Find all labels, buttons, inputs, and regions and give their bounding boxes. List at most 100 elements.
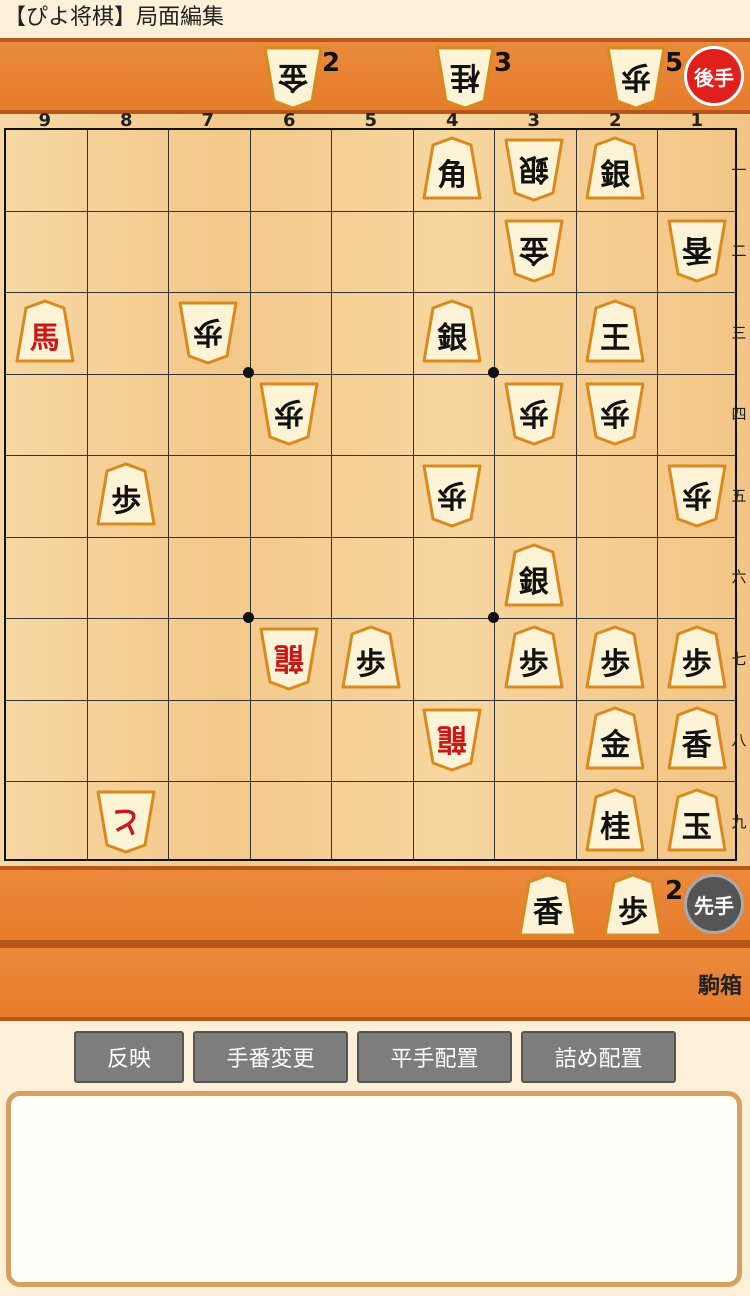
board-piece[interactable]: 歩: [666, 625, 728, 691]
board-piece[interactable]: 歩: [258, 380, 320, 446]
board-piece[interactable]: 歩: [666, 462, 728, 528]
gote-hand-count: 3: [494, 48, 513, 78]
piece-char: 龍: [274, 639, 305, 675]
piece-char: 桂: [450, 59, 480, 94]
board-piece[interactable]: 龍: [421, 706, 483, 772]
piece-char: 歩: [681, 646, 712, 682]
board-piece[interactable]: 香: [666, 217, 728, 283]
gote-hand-piece[interactable]: 桂: [434, 44, 496, 110]
grid-line-horizontal: [6, 373, 735, 375]
file-label: 8: [119, 110, 133, 131]
grid-line-vertical: [331, 130, 332, 859]
piece-char: 角: [437, 157, 468, 193]
grid-line-vertical: [657, 130, 658, 859]
board-piece[interactable]: 金: [503, 217, 565, 283]
piece-char: 歩: [618, 895, 648, 930]
grid-line-vertical: [412, 130, 414, 859]
gote-turn-badge[interactable]: 後手: [684, 46, 744, 106]
file-label: 9: [38, 110, 52, 131]
apply-button[interactable]: 反映: [74, 1031, 184, 1083]
piece-char: と: [111, 802, 142, 838]
rank-label: 五: [731, 486, 747, 505]
sente-turn-badge[interactable]: 先手: [684, 874, 744, 934]
board-piece[interactable]: 金: [584, 706, 646, 772]
file-label: 3: [527, 110, 541, 131]
star-point: [487, 367, 499, 378]
piece-char: 歩: [681, 476, 712, 512]
board-piece[interactable]: 歩: [503, 625, 565, 691]
grid-line-horizontal: [6, 781, 735, 782]
board-piece[interactable]: 歩: [584, 380, 646, 446]
piece-char: 香: [533, 895, 563, 930]
board-piece[interactable]: 歩: [95, 462, 157, 528]
page-title: 【ぴよ将棋】局面編集: [4, 5, 225, 30]
grid-line-vertical: [575, 130, 577, 859]
board-piece[interactable]: 龍: [258, 625, 320, 691]
file-label: 5: [364, 110, 378, 131]
board-piece[interactable]: 銀: [503, 136, 565, 202]
gote-hand-piece[interactable]: 金: [262, 44, 324, 110]
grid-line-horizontal: [6, 618, 735, 619]
board-piece[interactable]: 歩: [503, 380, 565, 446]
board-piece[interactable]: と: [95, 788, 157, 854]
board-piece[interactable]: 馬: [14, 299, 76, 365]
star-point: [243, 611, 254, 623]
tsume-setup-button[interactable]: 詰め配置: [521, 1031, 676, 1083]
rank-label: 八: [731, 731, 747, 750]
piece-char: 王: [600, 320, 631, 356]
piece-char: 歩: [621, 59, 651, 94]
board-piece[interactable]: 歩: [340, 625, 402, 691]
piece-char: 龍: [437, 721, 468, 757]
piece-char: 銀: [437, 320, 468, 356]
change-turn-button[interactable]: 手番変更: [193, 1031, 348, 1083]
star-point: [243, 367, 254, 378]
sente-hand-count: 2: [665, 876, 684, 906]
file-label: 7: [201, 110, 215, 131]
piece-char: 歩: [192, 313, 223, 349]
sente-hand-piece[interactable]: 香: [517, 873, 579, 939]
file-label: 6: [282, 110, 296, 131]
grid-line-vertical: [86, 130, 88, 859]
board-piece[interactable]: 歩: [177, 299, 239, 365]
board-piece[interactable]: 桂: [584, 788, 646, 854]
piece-char: 歩: [518, 646, 549, 682]
piece-box[interactable]: 駒箱: [0, 944, 750, 1021]
rank-label: 六: [731, 568, 747, 587]
grid-line-horizontal: [6, 210, 735, 212]
rank-label: 七: [731, 649, 747, 668]
rank-label: 一: [731, 160, 747, 179]
board-piece[interactable]: 銀: [584, 136, 646, 202]
grid-line-horizontal: [6, 292, 735, 293]
grid-line-horizontal: [6, 455, 735, 456]
piece-char: 歩: [518, 395, 549, 431]
sfen-textarea[interactable]: [6, 1091, 742, 1287]
piece-char: 馬: [29, 320, 60, 356]
board-piece[interactable]: 玉: [666, 788, 728, 854]
piece-char: 金: [600, 728, 631, 764]
file-label: 2: [608, 110, 622, 131]
star-point: [487, 611, 499, 623]
rank-label: 九: [731, 812, 747, 831]
board-piece[interactable]: 王: [584, 299, 646, 365]
board-piece[interactable]: 歩: [421, 462, 483, 528]
file-label: 4: [445, 110, 459, 131]
piece-char: 銀: [518, 150, 549, 186]
grid-line-horizontal: [6, 699, 735, 701]
grid-line-horizontal: [6, 536, 735, 538]
gote-hand-piece[interactable]: 歩: [605, 44, 667, 110]
board-piece[interactable]: 銀: [503, 543, 565, 609]
standard-setup-button[interactable]: 平手配置: [357, 1031, 512, 1083]
grid-line-vertical: [168, 130, 169, 859]
sente-hand-piece[interactable]: 歩: [602, 873, 664, 939]
grid-line-vertical: [494, 130, 495, 859]
piece-char: 歩: [111, 483, 142, 519]
board-piece[interactable]: 歩: [584, 625, 646, 691]
board-piece[interactable]: 角: [421, 136, 483, 202]
board-piece[interactable]: 香: [666, 706, 728, 772]
grid-line-vertical: [249, 130, 251, 859]
piece-char: 歩: [600, 395, 631, 431]
board-piece[interactable]: 銀: [421, 299, 483, 365]
piece-char: 歩: [355, 646, 386, 682]
rank-label: 三: [731, 323, 747, 342]
piece-char: 歩: [600, 646, 631, 682]
